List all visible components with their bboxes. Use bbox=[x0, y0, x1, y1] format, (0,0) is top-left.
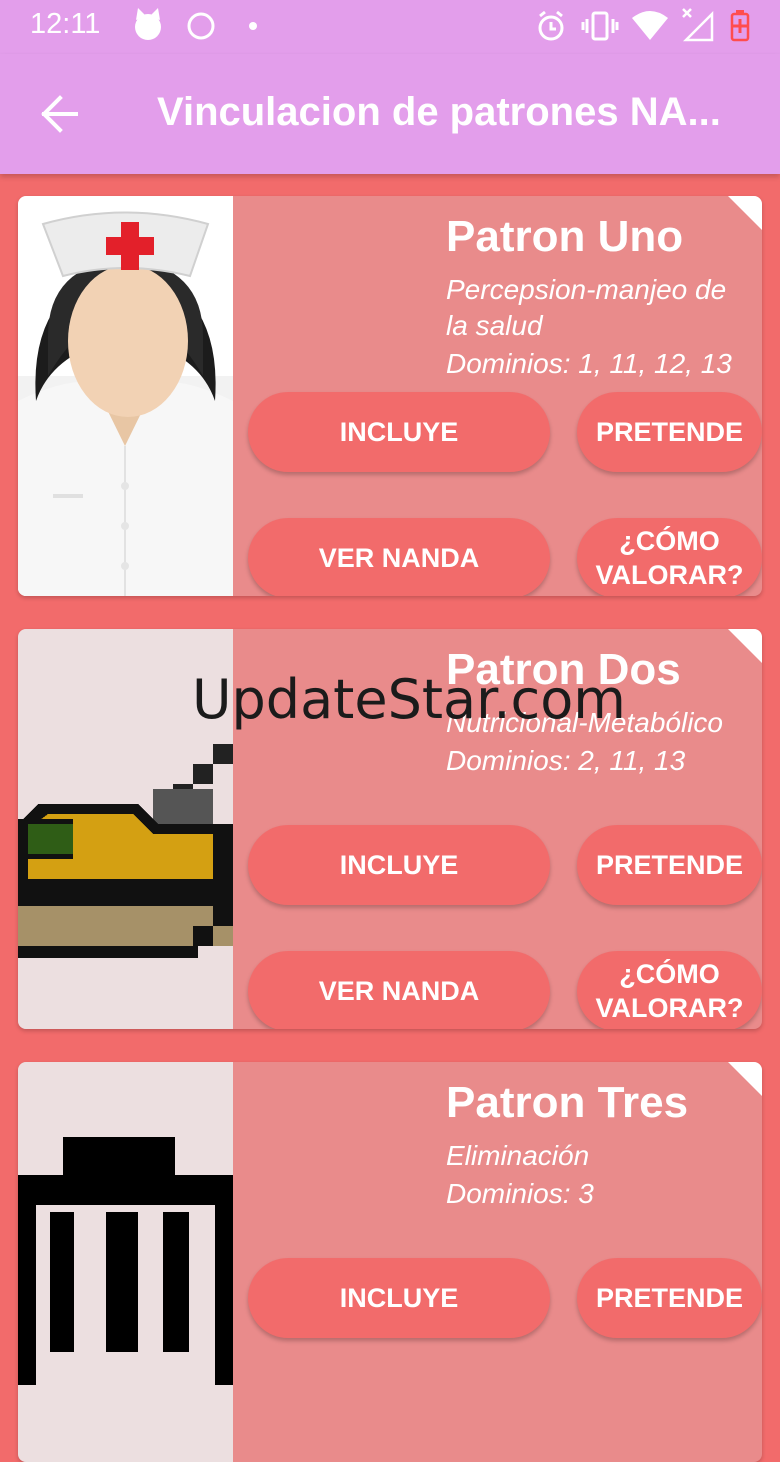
card-subtitle: Nutricional-Metabólico bbox=[446, 707, 724, 738]
card-corner bbox=[728, 629, 762, 663]
alarm-icon bbox=[538, 10, 564, 41]
card-domains: Dominios: 3 bbox=[446, 1178, 594, 1209]
card-subtitle: Eliminación bbox=[446, 1140, 590, 1171]
pretende-button[interactable]: PRETENDE bbox=[577, 392, 762, 472]
pretende-button[interactable]: PRETENDE bbox=[577, 1258, 762, 1338]
ver-nanda-button[interactable]: VER NANDA bbox=[248, 518, 550, 596]
dot-icon bbox=[249, 22, 257, 30]
food-bowl-icon bbox=[18, 744, 233, 958]
app-bar: Vinculacion de patrones NA... bbox=[0, 54, 780, 174]
card-image bbox=[18, 629, 233, 1029]
wifi-icon bbox=[632, 11, 668, 40]
status-icons bbox=[135, 8, 750, 42]
card-title: Patron Dos bbox=[446, 645, 681, 694]
pattern-card-1: Patron Uno Percepsion-manjeo de la salud… bbox=[18, 196, 762, 596]
card-image bbox=[18, 196, 233, 596]
card-subtitle: Percepsion-manjeo de la salud bbox=[446, 274, 727, 341]
card-domains: Dominios: 1, 11, 12, 13 bbox=[446, 348, 732, 379]
pattern-card-2: Patron Dos Nutricional-Metabólico Domini… bbox=[18, 629, 762, 1029]
como-valorar-button[interactable]: ¿CÓMO VALORAR? bbox=[577, 951, 762, 1029]
circle-icon bbox=[187, 12, 215, 40]
back-button[interactable] bbox=[30, 82, 94, 146]
ver-nanda-button[interactable]: VER NANDA bbox=[248, 951, 550, 1029]
arrow-left-icon bbox=[41, 95, 78, 133]
card-corner bbox=[728, 1062, 762, 1096]
incluye-button[interactable]: INCLUYE bbox=[248, 1258, 550, 1338]
card-domains: Dominios: 2, 11, 13 bbox=[446, 745, 686, 776]
page-title: Vinculacion de patrones NA... bbox=[157, 90, 721, 134]
pretende-button[interactable]: PRETENDE bbox=[577, 825, 762, 905]
card-image bbox=[18, 1062, 233, 1462]
trash-can-icon bbox=[18, 1137, 233, 1385]
card-title: Patron Uno bbox=[446, 212, 684, 261]
incluye-button[interactable]: INCLUYE bbox=[248, 825, 550, 905]
vibrate-icon bbox=[581, 11, 619, 41]
incluye-button[interactable]: INCLUYE bbox=[248, 392, 550, 472]
card-title: Patron Tres bbox=[446, 1078, 689, 1127]
cat-face-icon bbox=[135, 8, 161, 40]
battery-charging-icon bbox=[730, 10, 750, 42]
como-valorar-button[interactable]: ¿CÓMO VALORAR? bbox=[577, 518, 762, 596]
status-bar: 12:11 bbox=[0, 0, 780, 54]
card-corner bbox=[728, 196, 762, 230]
pattern-card-3: Patron Tres Eliminación Dominios: 3 INCL… bbox=[18, 1062, 762, 1462]
no-signal-icon bbox=[682, 8, 714, 42]
nurse-icon bbox=[18, 211, 233, 596]
